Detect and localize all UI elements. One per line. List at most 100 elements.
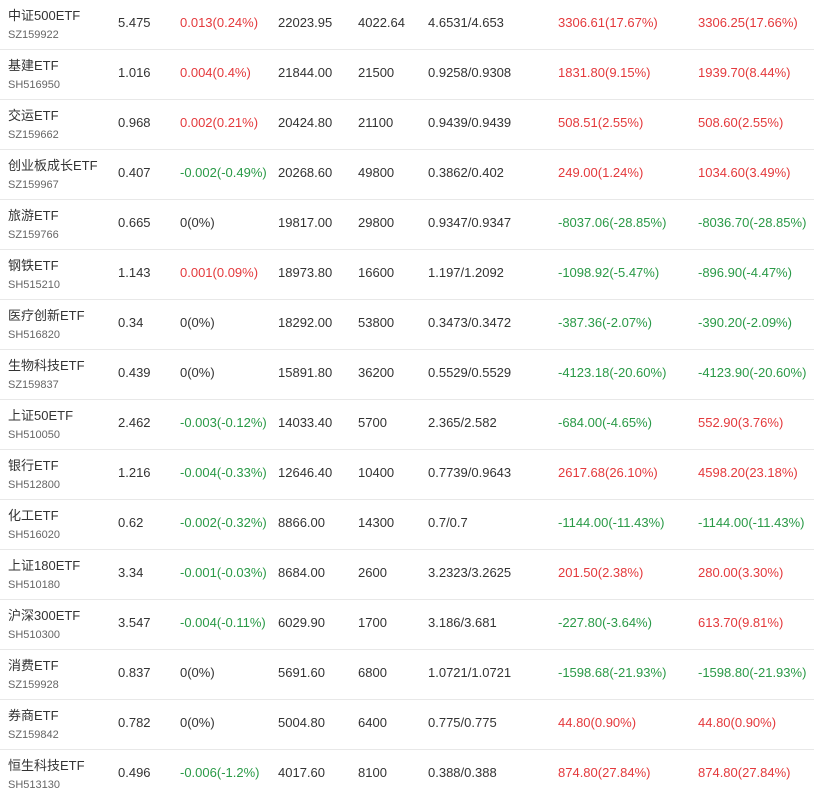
premium-alt-cell: 280.00(3.30%) [698,565,784,580]
fund-name-cell[interactable]: 创业板成长ETF SZ159967 [8,150,113,206]
fund-name-link[interactable]: 上证180ETF [8,557,113,574]
premium-cell: -8037.06(-28.85%) [558,215,667,230]
fund-name-link[interactable]: 券商ETF [8,707,113,724]
fund-code: SZ159922 [8,29,59,41]
premium-alt-cell: 508.60(2.55%) [698,115,784,130]
shares-cell: 10400 [358,465,395,480]
fund-name-cell[interactable]: 钢铁ETF SH515210 [8,250,113,306]
price-cell: 0.439 [118,365,151,380]
table-row[interactable]: 交运ETF SZ159662 0.968 0.002(0.21%) 20424.80 21… [0,100,814,150]
premium-alt-cell: -1598.80(-21.93%) [698,665,807,680]
shares-cell: 6800 [358,665,387,680]
fund-name-cell[interactable]: 生物科技ETF SZ159837 [8,350,113,406]
fund-code: SH513130 [8,779,60,791]
shares-cell: 49800 [358,165,395,180]
fund-name-link[interactable]: 银行ETF [8,457,113,474]
fund-code: SH516820 [8,329,60,341]
premium-alt-cell: 613.70(9.81%) [698,615,784,630]
premium-cell: -684.00(-4.65%) [558,415,652,430]
shares-cell: 21500 [358,65,395,80]
table-row[interactable]: 券商ETF SZ159842 0.782 0(0%) 5004.80 6400 0.775/… [0,700,814,750]
premium-cell: -1098.92(-5.47%) [558,265,660,280]
fund-name-link[interactable]: 医疗创新ETF [8,307,113,324]
fund-name-link[interactable]: 化工ETF [8,507,113,524]
fund-name-link[interactable]: 基建ETF [8,57,113,74]
change-cell: -0.006(-1.2%) [180,765,260,780]
premium-cell: -227.80(-3.64%) [558,615,652,630]
table-row[interactable]: 钢铁ETF SH515210 1.143 0.001(0.09%) 18973.80 16… [0,250,814,300]
shares-cell: 1700 [358,615,387,630]
fund-code: SH510050 [8,429,60,441]
nav-cell: 0.3862/0.402 [428,165,504,180]
fund-name-link[interactable]: 旅游ETF [8,207,113,224]
premium-cell: 249.00(1.24%) [558,165,644,180]
fund-name-cell[interactable]: 旅游ETF SZ159766 [8,200,113,256]
table-row[interactable]: 中证500ETF SZ159922 5.475 0.013(0.24%) 22023.9… [0,0,814,50]
fund-code: SZ159662 [8,129,59,141]
table-row[interactable]: 医疗创新ETF SH516820 0.34 0(0%) 18292.00 53800 0.3… [0,300,814,350]
premium-alt-cell: 3306.25(17.66%) [698,15,798,30]
price-cell: 3.34 [118,565,144,580]
premium-cell: -387.36(-2.07%) [558,315,652,330]
fund-name-cell[interactable]: 券商ETF SZ159842 [8,700,113,756]
fund-name-link[interactable]: 交运ETF [8,107,113,124]
volume-cell: 20424.80 [278,115,333,130]
fund-name-cell[interactable]: 化工ETF SH516020 [8,500,113,556]
table-row[interactable]: 基建ETF SH516950 1.016 0.004(0.4%) 21844.00 215… [0,50,814,100]
table-row[interactable]: 创业板成长ETF SZ159967 0.407 -0.002(-0.49%) 20268… [0,150,814,200]
shares-cell: 8100 [358,765,387,780]
volume-cell: 14033.40 [278,415,333,430]
premium-cell: 2617.68(26.10%) [558,465,658,480]
fund-name-cell[interactable]: 消费ETF SZ159928 [8,650,113,706]
fund-name-link[interactable]: 沪深300ETF [8,607,113,624]
premium-cell: 1831.80(9.15%) [558,65,651,80]
nav-cell: 0.388/0.388 [428,765,497,780]
change-cell: 0(0%) [180,665,215,680]
table-row[interactable]: 银行ETF SH512800 1.216 -0.004(-0.33%) 12646.40… [0,450,814,500]
table-row[interactable]: 消费ETF SZ159928 0.837 0(0%) 5691.60 6800 1.0721… [0,650,814,700]
fund-code: SZ159842 [8,729,59,741]
fund-name-link[interactable]: 恒生科技ETF [8,757,113,774]
fund-name-link[interactable]: 创业板成长ETF [8,157,113,174]
fund-code: SZ159967 [8,179,59,191]
fund-name-cell[interactable]: 交运ETF SZ159662 [8,100,113,156]
table-row[interactable]: 沪深300ETF SH510300 3.547 -0.004(-0.11%) 6029.… [0,600,814,650]
premium-cell: 508.51(2.55%) [558,115,644,130]
fund-code: SZ159928 [8,679,59,691]
table-row[interactable]: 上证50ETF SH510050 2.462 -0.003(-0.12%) 14033.… [0,400,814,450]
change-cell: -0.002(-0.32%) [180,515,267,530]
shares-cell: 14300 [358,515,395,530]
table-row[interactable]: 恒生科技ETF SH513130 0.496 -0.006(-1.2%) 4017.60… [0,750,814,800]
fund-name-link[interactable]: 钢铁ETF [8,257,113,274]
price-cell: 1.016 [118,65,151,80]
fund-code: SH510300 [8,629,60,641]
change-cell: 0.013(0.24%) [180,15,259,30]
table-row[interactable]: 化工ETF SH516020 0.62 -0.002(-0.32%) 8866.00 14… [0,500,814,550]
fund-name-cell[interactable]: 基建ETF SH516950 [8,50,113,106]
fund-name-cell[interactable]: 恒生科技ETF SH513130 [8,750,113,806]
premium-alt-cell: 1034.60(3.49%) [698,165,791,180]
fund-name-link[interactable]: 中证500ETF [8,7,113,24]
volume-cell: 19817.00 [278,215,333,230]
fund-name-link[interactable]: 上证50ETF [8,407,113,424]
fund-name-cell[interactable]: 上证50ETF SH510050 [8,400,113,456]
table-row[interactable]: 上证180ETF SH510180 3.34 -0.001(-0.03%) 8684.0… [0,550,814,600]
premium-alt-cell: 552.90(3.76%) [698,415,784,430]
shares-cell: 36200 [358,365,395,380]
shares-cell: 6400 [358,715,387,730]
fund-name-cell[interactable]: 银行ETF SH512800 [8,450,113,506]
fund-name-cell[interactable]: 医疗创新ETF SH516820 [8,300,113,356]
price-cell: 0.496 [118,765,151,780]
fund-code: SZ159837 [8,379,59,391]
nav-cell: 3.186/3.681 [428,615,497,630]
fund-name-link[interactable]: 生物科技ETF [8,357,113,374]
nav-cell: 1.197/1.2092 [428,265,504,280]
fund-name-cell[interactable]: 上证180ETF SH510180 [8,550,113,606]
table-row[interactable]: 旅游ETF SZ159766 0.665 0(0%) 19817.00 29800 0.93… [0,200,814,250]
fund-name-cell[interactable]: 中证500ETF SZ159922 [8,0,113,56]
shares-cell: 5700 [358,415,387,430]
volume-cell: 18973.80 [278,265,333,280]
fund-name-cell[interactable]: 沪深300ETF SH510300 [8,600,113,656]
table-row[interactable]: 生物科技ETF SZ159837 0.439 0(0%) 15891.80 36200 0.… [0,350,814,400]
fund-name-link[interactable]: 消费ETF [8,657,113,674]
